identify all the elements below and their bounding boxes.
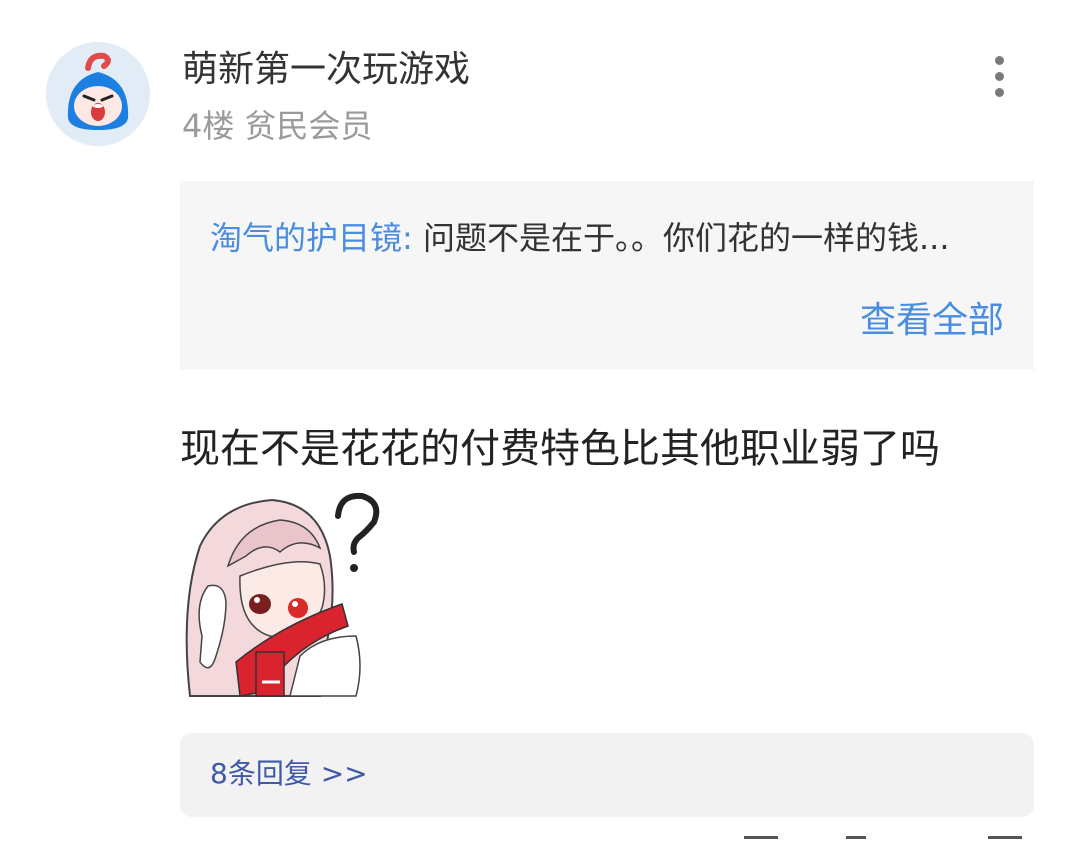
more-vertical-icon	[984, 52, 1014, 97]
bottom-action-bar-partial	[0, 836, 1080, 848]
confused-anime-girl-sticker[interactable]	[180, 486, 390, 698]
post-content: 现在不是花花的付费特色比其他职业弱了吗	[180, 426, 940, 472]
quote-line: 淘气的护目镜: 问题不是在于。。你们花的一样的钱...	[210, 217, 1010, 259]
quoted-reply[interactable]: 淘气的护目镜: 问题不是在于。。你们花的一样的钱... 查看全部	[180, 181, 1034, 370]
quote-text: 问题不是在于。。你们花的一样的钱...	[422, 219, 950, 257]
angry-face-avatar-icon	[46, 42, 150, 146]
post-meta: 4楼 贫民会员	[182, 106, 372, 146]
view-all-link[interactable]: 查看全部	[860, 299, 1004, 343]
share-icon[interactable]	[744, 836, 778, 851]
quote-author[interactable]: 淘气的护目镜:	[210, 219, 413, 257]
sticker-image	[185, 492, 380, 697]
reply-count-label: 8条回复 >>	[210, 757, 368, 790]
member-level: 贫民会员	[244, 107, 373, 145]
view-replies-button[interactable]: 8条回复 >>	[180, 733, 1034, 817]
username[interactable]: 萌新第一次玩游戏	[182, 48, 470, 92]
more-options-button[interactable]	[984, 52, 1014, 102]
comment-icon[interactable]	[988, 836, 1022, 851]
user-avatar[interactable]	[46, 42, 150, 146]
floor-number: 4楼	[182, 107, 235, 145]
like-icon[interactable]	[846, 836, 866, 851]
